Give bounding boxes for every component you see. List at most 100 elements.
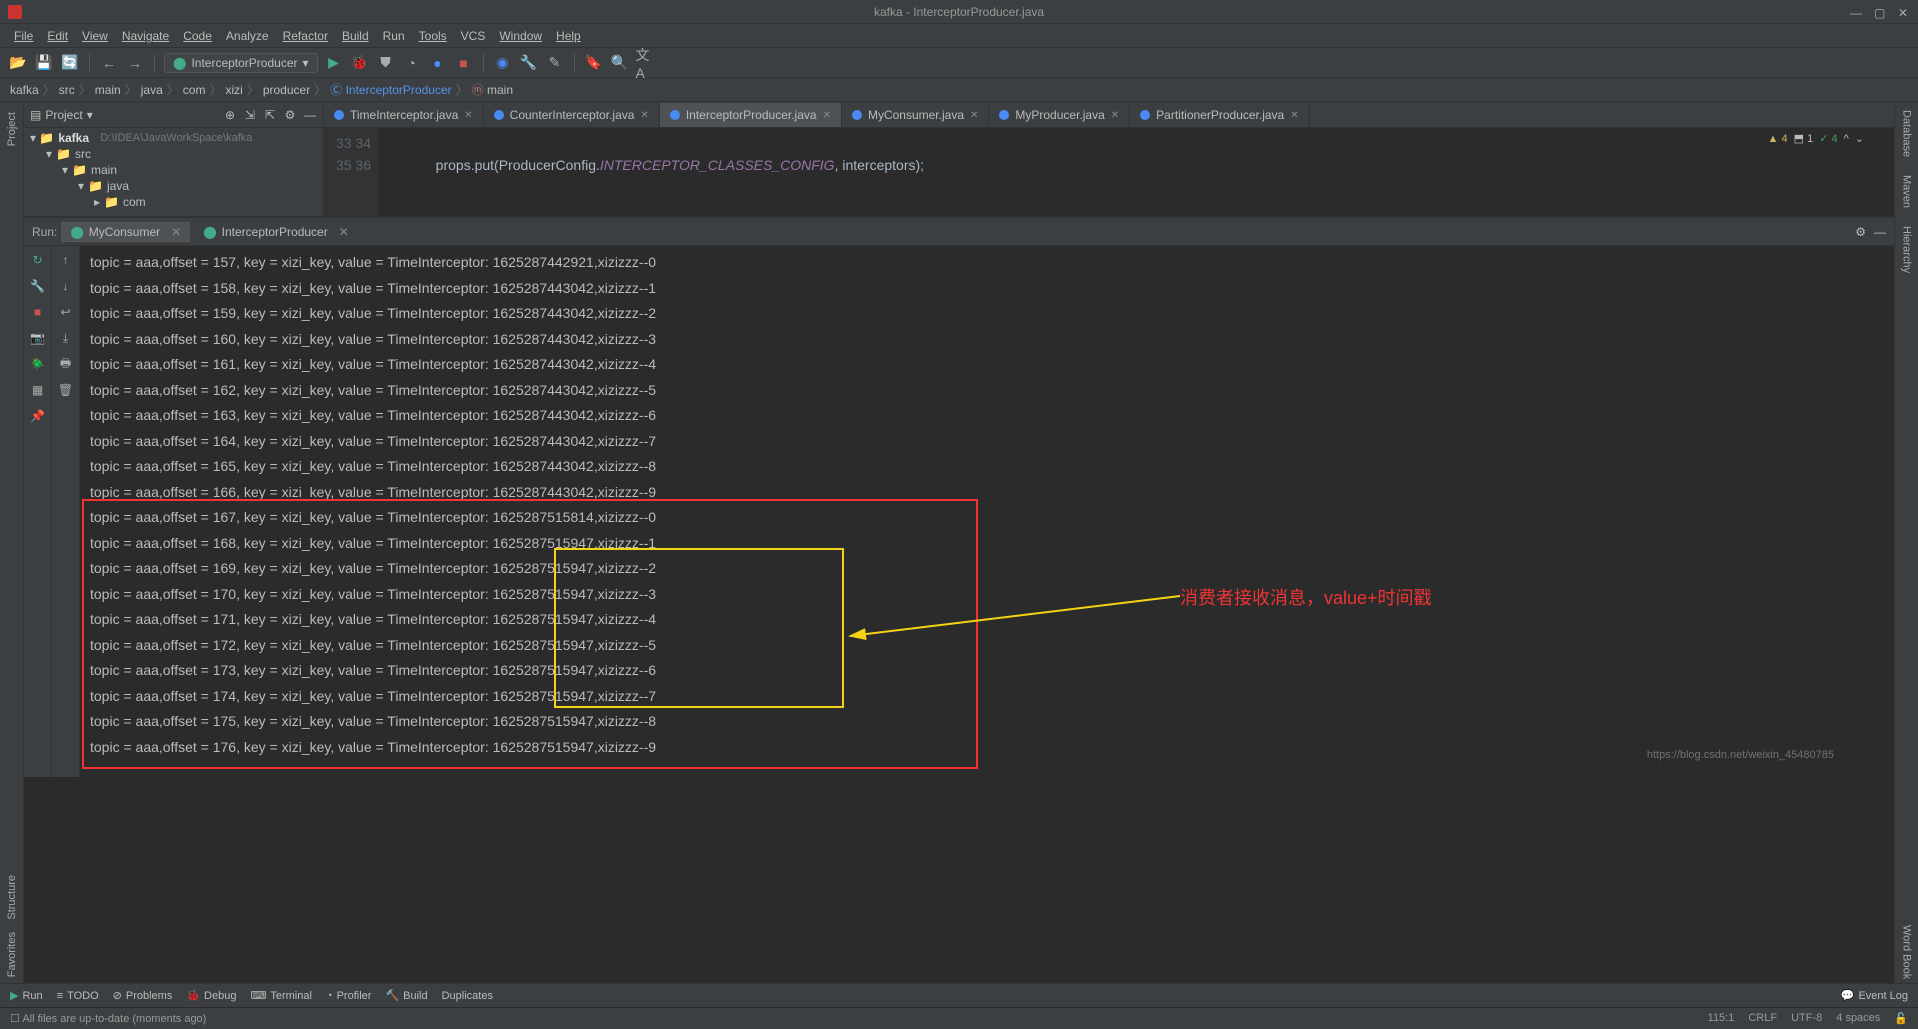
crumb[interactable]: ⓜ main	[472, 81, 513, 98]
run-configuration-selector[interactable]: ⬤ InterceptorProducer ▾	[164, 53, 318, 73]
chevron-up-icon[interactable]: ^	[1844, 133, 1849, 145]
pencil-icon[interactable]: ✎	[545, 53, 565, 73]
coverage-icon[interactable]: ⛊	[376, 53, 396, 73]
pin-icon[interactable]: 📌	[28, 406, 48, 426]
close-tab-icon[interactable]: ✕	[464, 110, 472, 121]
hide-icon[interactable]: —	[1874, 225, 1886, 239]
editor-tab[interactable]: InterceptorProducer.java✕	[660, 103, 842, 127]
menu-file[interactable]: File	[8, 27, 39, 45]
status-lock-icon[interactable]: 🔓	[1894, 1012, 1908, 1025]
open-icon[interactable]: 📂	[8, 53, 28, 73]
target-icon[interactable]: ⊕	[223, 108, 237, 122]
bookmark-icon[interactable]: 🔖	[584, 53, 604, 73]
tree-folder-com[interactable]: ▸ 📁 com	[24, 194, 323, 210]
rerun-icon[interactable]: ↻	[28, 250, 48, 270]
assist-icon[interactable]: ◉	[493, 53, 513, 73]
bottom-debug[interactable]: 🐞 Debug	[186, 989, 236, 1002]
collapse-icon[interactable]: ⇲	[243, 108, 257, 122]
crumb[interactable]: main	[95, 83, 121, 97]
sync-icon[interactable]: 🔄	[60, 53, 80, 73]
bottom-problems[interactable]: ⊘ Problems	[113, 989, 173, 1002]
crumb[interactable]: src	[59, 83, 75, 97]
back-icon[interactable]: ←	[99, 53, 119, 73]
menu-refactor[interactable]: Refactor	[277, 27, 334, 45]
wrench-icon[interactable]: 🔧	[519, 53, 539, 73]
editor-tab[interactable]: TimeInterceptor.java✕	[324, 103, 484, 127]
close-tab-icon[interactable]: ✕	[1111, 110, 1119, 121]
debug-icon[interactable]: 🐞	[350, 53, 370, 73]
gear-icon[interactable]: ⚙	[1855, 225, 1866, 239]
minimize-icon[interactable]: —	[1850, 6, 1862, 18]
status-line-ending[interactable]: CRLF	[1748, 1012, 1777, 1025]
event-log[interactable]: 💬 Event Log	[1841, 989, 1908, 1002]
wrench-icon[interactable]: 🔧	[28, 276, 48, 296]
menu-help[interactable]: Help	[550, 27, 587, 45]
crumb[interactable]: xizi	[225, 83, 242, 97]
editor-tab[interactable]: CounterInterceptor.java✕	[484, 103, 660, 127]
menu-vcs[interactable]: VCS	[455, 27, 492, 45]
inspection-indicators[interactable]: ▲ 4 ⬒ 1 ✓ 4 ^ ⌄	[1768, 132, 1864, 145]
close-tab-icon[interactable]: ✕	[970, 110, 978, 121]
sidebar-database[interactable]: Database	[1901, 106, 1913, 161]
close-tab-icon[interactable]: ✕	[339, 225, 349, 239]
menu-run[interactable]: Run	[377, 27, 411, 45]
run-tab[interactable]: ⬤InterceptorProducer✕	[194, 222, 358, 242]
sidebar-wordbook[interactable]: Word Book	[1901, 921, 1913, 983]
close-tab-icon[interactable]: ✕	[640, 110, 648, 121]
bottom-profiler[interactable]: ◔ Profiler	[326, 990, 372, 1002]
bottom-build[interactable]: 🔨 Build	[385, 989, 427, 1002]
expand-icon[interactable]: ⇱	[263, 108, 277, 122]
menu-view[interactable]: View	[76, 27, 114, 45]
editor-tab[interactable]: PartitionerProducer.java✕	[1130, 103, 1309, 127]
project-header-label[interactable]: Project	[45, 108, 82, 122]
sidebar-hierarchy[interactable]: Hierarchy	[1901, 222, 1913, 277]
bug-icon[interactable]: 🪲	[28, 354, 48, 374]
search-icon[interactable]: 🔍	[610, 53, 630, 73]
tree-folder-src[interactable]: ▾ 📁 src	[24, 146, 323, 162]
crumb[interactable]: java	[141, 83, 163, 97]
status-indent[interactable]: 4 spaces	[1836, 1012, 1880, 1025]
forward-icon[interactable]: →	[125, 53, 145, 73]
tree-folder-java[interactable]: ▾ 📁 java	[24, 178, 323, 194]
sidebar-maven[interactable]: Maven	[1901, 171, 1913, 212]
hide-icon[interactable]: —	[303, 108, 317, 122]
bottom-run[interactable]: ▶Run	[10, 989, 43, 1002]
warning-indicator[interactable]: ▲ 4	[1768, 133, 1788, 145]
menu-tools[interactable]: Tools	[413, 27, 453, 45]
status-encoding[interactable]: UTF-8	[1791, 1012, 1822, 1025]
crumb[interactable]: kafka	[10, 83, 39, 97]
maximize-icon[interactable]: ▢	[1874, 6, 1886, 18]
menu-edit[interactable]: Edit	[41, 27, 74, 45]
run-icon[interactable]: ▶	[324, 53, 344, 73]
code-editor[interactable]: 33 34 35 36 props.put(ProducerConfig.INT…	[324, 128, 1894, 216]
close-tab-icon[interactable]: ✕	[171, 225, 181, 239]
chevron-down-icon[interactable]: ⌄	[1855, 132, 1864, 145]
close-tab-icon[interactable]: ✕	[1290, 110, 1298, 121]
editor-tab[interactable]: MyConsumer.java✕	[842, 103, 989, 127]
tree-project-root[interactable]: ▾ 📁 kafka D:\IDEA\JavaWorkSpace\kafka	[24, 130, 323, 146]
trash-icon[interactable]: 🗑	[56, 380, 76, 400]
close-tab-icon[interactable]: ✕	[823, 110, 831, 121]
up-icon[interactable]: ↑	[56, 250, 76, 270]
bottom-duplicates[interactable]: Duplicates	[442, 990, 493, 1002]
stop-icon[interactable]: ■	[454, 53, 474, 73]
sidebar-project[interactable]: Project	[6, 106, 18, 152]
bottom-todo[interactable]: ≡ TODO	[57, 990, 99, 1002]
ok-indicator[interactable]: ✓ 4	[1819, 132, 1837, 145]
menu-code[interactable]: Code	[177, 27, 218, 45]
menu-build[interactable]: Build	[336, 27, 375, 45]
run-tab[interactable]: ⬤MyConsumer✕	[61, 222, 190, 242]
scroll-icon[interactable]: ⤓	[56, 328, 76, 348]
camera-icon[interactable]: 📷	[28, 328, 48, 348]
close-icon[interactable]: ✕	[1898, 6, 1910, 18]
crumb[interactable]: producer	[263, 83, 310, 97]
profile-icon[interactable]: ◔	[402, 53, 422, 73]
bottom-terminal[interactable]: ⌨ Terminal	[250, 989, 311, 1002]
status-position[interactable]: 115:1	[1708, 1012, 1735, 1025]
editor-tab[interactable]: MyProducer.java✕	[989, 103, 1130, 127]
sidebar-favorites[interactable]: Favorites	[6, 926, 18, 983]
down-icon[interactable]: ↓	[56, 276, 76, 296]
crumb[interactable]: Ⓒ InterceptorProducer	[330, 81, 451, 98]
menu-navigate[interactable]: Navigate	[116, 27, 175, 45]
chevron-down-icon[interactable]: ▾	[87, 108, 93, 122]
